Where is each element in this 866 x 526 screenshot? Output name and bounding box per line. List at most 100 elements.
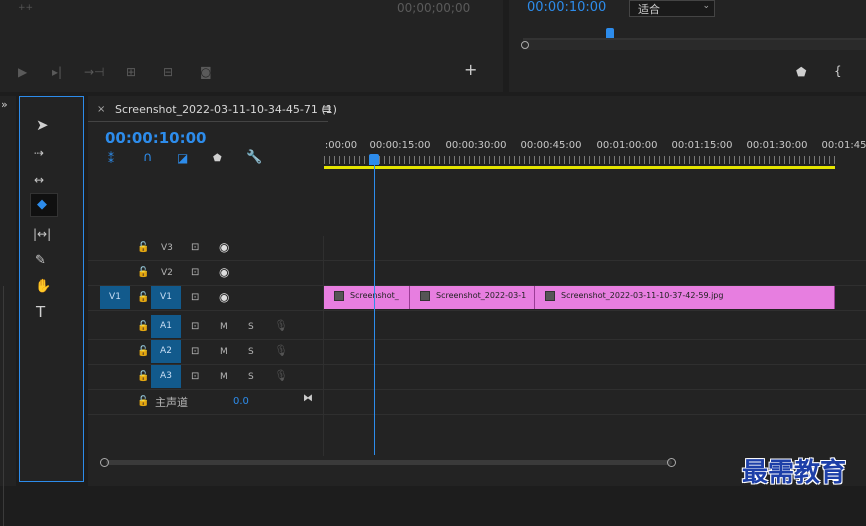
watermark-logo: 最需教育: [742, 458, 847, 488]
lock-icon[interactable]: 🔓: [137, 321, 149, 333]
fx-icon: [420, 290, 430, 301]
sequence-timecode[interactable]: 00:00:10:00: [105, 129, 207, 147]
camera-icon[interactable]: ◙: [200, 66, 212, 78]
lock-icon[interactable]: 🔓: [137, 396, 149, 408]
end-icon[interactable]: ⧓: [303, 393, 313, 405]
sync-icon[interactable]: ⊡: [191, 371, 199, 383]
source-timecode: 00;00;00;00: [397, 1, 471, 15]
track-target-a1[interactable]: A1: [151, 315, 181, 338]
sync-icon[interactable]: ⊡: [191, 292, 199, 304]
sequence-menu-icon[interactable]: ≡: [322, 102, 332, 116]
master-track-label: 主声道: [155, 396, 188, 409]
track-target-v1[interactable]: V1: [151, 286, 181, 309]
solo-button[interactable]: S: [248, 347, 254, 357]
scrub-start-handle[interactable]: [521, 41, 529, 49]
ruler-label-2: 00:00:30:00: [445, 140, 507, 151]
mic-icon[interactable]: 🎙: [274, 345, 288, 357]
lock-icon[interactable]: 🔓: [137, 346, 149, 358]
add-marker-icon[interactable]: ⬟: [213, 153, 222, 165]
sync-icon[interactable]: ⊡: [191, 267, 199, 279]
program-monitor-panel: 00:00:10:00 适合 ⌄ ⬟ {: [509, 0, 866, 92]
program-timecode[interactable]: 00:00:10:00: [527, 0, 606, 15]
track-select-tool-icon[interactable]: ⇢: [34, 147, 44, 159]
panel-border: [0, 286, 4, 526]
track-v3: 🔓 V3 ⊡ ◉: [88, 236, 866, 261]
track-a2: 🔓 A2 ⊡ M S 🎙: [88, 340, 866, 365]
sequence-close-icon[interactable]: ×: [97, 104, 105, 115]
tab-underline: [88, 121, 328, 122]
plus-icon[interactable]: +: [464, 62, 477, 78]
sync-icon[interactable]: ⊡: [191, 321, 199, 333]
insert-icon[interactable]: →⊣: [84, 66, 105, 78]
fx-icon: [545, 290, 555, 301]
mic-icon[interactable]: 🎙: [274, 320, 288, 332]
razor-tool-selected[interactable]: ◆: [30, 193, 58, 217]
clip-3-name: Screenshot_2022-03-11-10-37-42-59.jpg: [561, 291, 724, 300]
sync-icon[interactable]: ⊡: [191, 346, 199, 358]
lock-icon[interactable]: 🔓: [137, 371, 149, 383]
scroll-handle-left[interactable]: [100, 458, 109, 467]
eye-icon[interactable]: ◉: [219, 266, 229, 278]
playhead-handle[interactable]: [369, 154, 379, 165]
scrollbar-thumb[interactable]: [106, 460, 672, 465]
wrench-icon[interactable]: 🔧: [246, 151, 262, 164]
clip-3[interactable]: Screenshot_2022-03-11-10-37-42-59.jpg: [535, 286, 835, 309]
work-area-bar[interactable]: [324, 166, 835, 169]
mute-button[interactable]: M: [220, 347, 228, 357]
selection-tool-icon[interactable]: ➤: [36, 118, 49, 133]
ruler-label-5: 00:01:15:00: [671, 140, 733, 151]
slip-tool-icon[interactable]: |↔|: [33, 228, 51, 240]
lift-icon[interactable]: ⊞: [126, 66, 136, 78]
linked-selection-icon[interactable]: ◪: [177, 152, 188, 164]
extract-icon[interactable]: ⊟: [163, 66, 173, 78]
ripple-edit-tool-icon[interactable]: ↔: [34, 174, 44, 186]
ruler-label-7: 00:01:45: [821, 140, 866, 151]
mute-button[interactable]: M: [220, 322, 228, 332]
track-master: 🔓 主声道 0.0 ⧓: [88, 390, 866, 415]
play-icon[interactable]: ▶: [18, 66, 27, 78]
mic-icon[interactable]: 🎙: [274, 370, 288, 382]
step-forward-icon[interactable]: ▸|: [52, 66, 62, 78]
eye-icon[interactable]: ◉: [219, 291, 229, 303]
sequence-tab-title[interactable]: Screenshot_2022-03-11-10-34-45-71 (1): [115, 103, 337, 116]
program-scrub-bar[interactable]: [521, 40, 866, 50]
out-point-icon[interactable]: {: [834, 65, 842, 77]
panel-expand-icon[interactable]: »: [1, 98, 8, 111]
scroll-handle-right[interactable]: [667, 458, 676, 467]
pen-tool-icon[interactable]: ✎: [35, 254, 46, 267]
tools-panel: ➤ ⇢ ↔ ◆ |↔| ✎ ✋ T: [19, 96, 84, 482]
track-target-a2[interactable]: A2: [151, 340, 181, 363]
ruler-label-1: 00:00:15:00: [369, 140, 431, 151]
source-patch-v1[interactable]: V1: [100, 286, 130, 309]
zoom-select[interactable]: 适合 ⌄: [629, 0, 715, 17]
ruler-label-4: 00:01:00:00: [596, 140, 658, 151]
snap-icon[interactable]: ⁑: [108, 153, 114, 165]
horizontal-scrollbar[interactable]: [100, 458, 780, 467]
program-playhead[interactable]: [606, 28, 614, 38]
type-tool-icon[interactable]: T: [36, 305, 45, 320]
ruler-label-6: 00:01:30:00: [746, 140, 808, 151]
marker-icon[interactable]: ⬟: [796, 66, 806, 78]
magnet-icon[interactable]: ∩: [143, 151, 153, 164]
track-v2-label[interactable]: V2: [161, 268, 173, 278]
track-target-a3[interactable]: A3: [151, 365, 181, 388]
solo-button[interactable]: S: [248, 322, 254, 332]
hand-tool-icon[interactable]: ✋: [35, 280, 51, 293]
eye-icon[interactable]: ◉: [219, 241, 229, 253]
mute-button[interactable]: M: [220, 372, 228, 382]
lock-icon[interactable]: 🔓: [137, 292, 149, 304]
sync-icon[interactable]: ⊡: [191, 242, 199, 254]
razor-tool-icon: ◆: [37, 197, 47, 212]
lock-icon[interactable]: 🔓: [137, 267, 149, 279]
clip-2-name: Screenshot_2022-03-1: [436, 291, 527, 300]
master-volume-value[interactable]: 0.0: [233, 396, 249, 407]
solo-button[interactable]: S: [248, 372, 254, 382]
track-v3-label[interactable]: V3: [161, 243, 173, 253]
lock-icon[interactable]: 🔓: [137, 242, 149, 254]
clip-1[interactable]: Screenshot_: [324, 286, 410, 309]
scrub-ruler: [523, 38, 866, 40]
clip-2[interactable]: Screenshot_2022-03-1: [410, 286, 535, 309]
playhead-line[interactable]: [374, 165, 375, 455]
source-settings-icon[interactable]: ++: [18, 3, 33, 13]
track-a3: 🔓 A3 ⊡ M S 🎙: [88, 365, 866, 390]
